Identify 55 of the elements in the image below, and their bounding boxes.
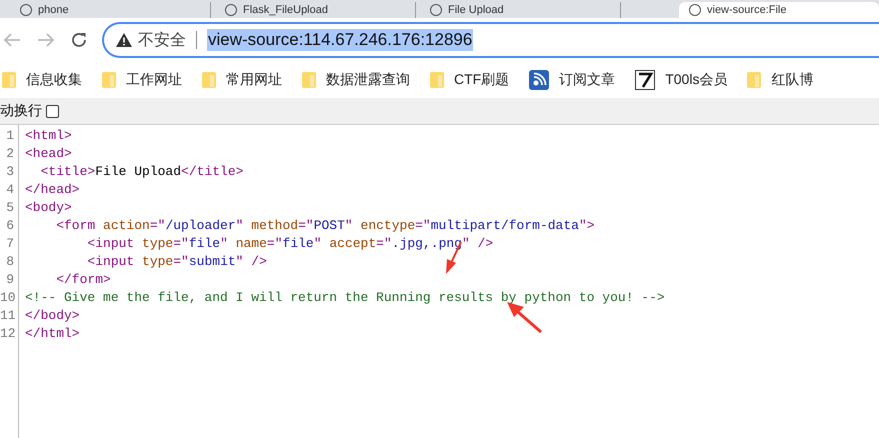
code-line: </body> <box>25 308 80 322</box>
code-line: <html> <box>25 128 72 142</box>
code-line: </form> <box>55 272 111 286</box>
reload-icon[interactable] <box>70 31 88 49</box>
browser-tab[interactable]: phone <box>10 2 211 18</box>
line-number: 3 <box>5 164 14 178</box>
folder-icon <box>747 72 762 88</box>
wrap-lines-checkbox[interactable] <box>46 104 59 118</box>
code-line: </html> <box>25 326 80 340</box>
globe-icon <box>20 4 32 16</box>
line-number: 8 <box>5 254 14 268</box>
seven-logo-icon <box>635 70 656 90</box>
bookmark-item[interactable]: 订阅文章 <box>529 70 616 90</box>
bookmark-item[interactable]: 信息收集 <box>2 71 82 89</box>
code-line: <!-- Give me the file, and I will return the Running results by python to you! --> <box>25 290 665 304</box>
line-number: 11 <box>0 308 14 322</box>
folder-icon <box>2 72 16 88</box>
warning-icon <box>116 33 132 47</box>
code-line: <body> <box>25 200 72 214</box>
folder-icon <box>202 72 216 88</box>
folder-icon <box>102 72 116 88</box>
line-number: 9 <box>5 272 14 286</box>
code-line: <input type="file" name="file" accept=".jpg,.png" /> <box>86 236 494 250</box>
folder-icon <box>302 72 316 88</box>
line-number: 6 <box>5 218 14 232</box>
globe-icon <box>689 4 701 16</box>
code-line: <form action="/uploader" method="POST" enctype="multipart/form-data"> <box>55 218 595 232</box>
rss-icon <box>529 70 550 90</box>
browser-tab[interactable]: Flask_FileUpload <box>215 2 416 18</box>
globe-icon <box>430 4 442 16</box>
wrap-lines-label: 动换行 <box>0 102 42 120</box>
line-number: 12 <box>0 326 14 340</box>
line-number: 1 <box>5 128 14 142</box>
bookmark-item[interactable]: 工作网址 <box>102 71 182 89</box>
line-number: 5 <box>5 200 14 214</box>
bookmark-item[interactable]: 红队博 <box>747 71 814 89</box>
bookmark-item[interactable]: CTF刷题 <box>430 71 510 89</box>
code-line: <head> <box>25 146 72 160</box>
bookmark-item[interactable]: T00ls会员 <box>635 70 728 90</box>
line-number: 2 <box>5 146 14 160</box>
bookmark-item[interactable]: 数据泄露查询 <box>302 71 410 89</box>
security-label: 不安全 <box>138 30 186 50</box>
line-number: 7 <box>5 236 14 250</box>
line-number: 4 <box>5 182 14 196</box>
url-text: view-source:114.67.246.176:12896 <box>207 29 474 51</box>
code-line: </head> <box>25 182 80 196</box>
line-number: 10 <box>0 290 14 304</box>
browser-tab[interactable]: File Upload <box>420 2 621 18</box>
code-line: <input type="submit" /> <box>86 254 267 268</box>
globe-icon <box>225 4 237 16</box>
address-field[interactable]: 不安全 view-source:114.67.246.176:12896 <box>102 22 879 58</box>
browser-tab[interactable]: view-source:File <box>679 2 879 18</box>
code-line: <title>File Upload</title> <box>40 164 244 178</box>
bookmark-item[interactable]: 常用网址 <box>202 71 282 89</box>
folder-icon <box>430 72 444 88</box>
